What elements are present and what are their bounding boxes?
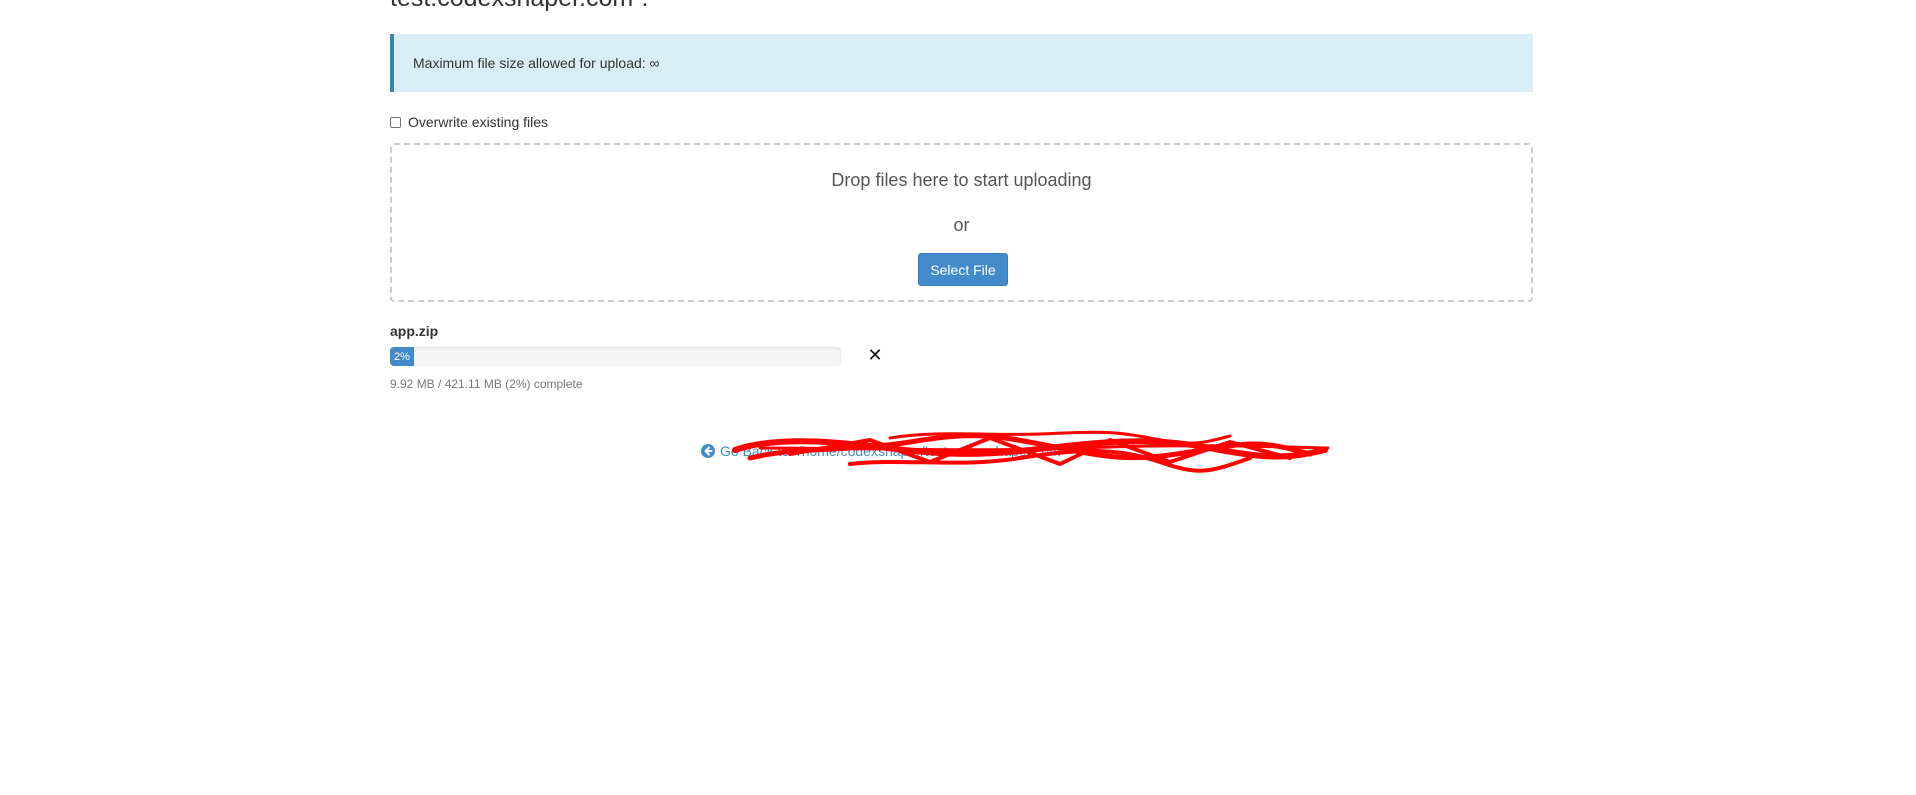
upload-status-text: 9.92 MB / 421.11 MB (2%) complete: [390, 377, 583, 391]
file-dropzone[interactable]: Drop files here to start uploading or Se…: [390, 143, 1533, 302]
overwrite-checkbox[interactable]: [390, 116, 401, 128]
overwrite-label: Overwrite existing files: [408, 114, 549, 130]
max-file-size-alert: Maximum file size allowed for upload: ∞: [390, 34, 1533, 92]
page-heading: test.codexshaper.com”.: [390, 0, 648, 11]
max-file-size-label: Maximum file size allowed for upload:: [413, 55, 646, 71]
upload-progress-bar: 2%: [390, 347, 841, 366]
dropzone-title: Drop files here to start uploading: [831, 170, 1092, 190]
file-upload-page: test.codexshaper.com”. Maximum file size…: [0, 0, 1916, 795]
upload-file-name: app.zip: [390, 323, 439, 339]
upload-progress-fill: 2%: [390, 347, 414, 366]
overwrite-option[interactable]: Overwrite existing files: [390, 114, 548, 130]
arrow-circle-left-icon: [701, 444, 715, 458]
max-file-size-value: ∞: [649, 55, 660, 71]
dropzone-or-text: or: [953, 215, 970, 235]
go-back-link-text: Go Back to “/home/codexshaper/test.codex…: [720, 443, 1066, 459]
close-icon[interactable]: ✕: [864, 344, 886, 366]
select-file-button[interactable]: Select File: [918, 253, 1008, 286]
go-back-link[interactable]: Go Back to “/home/codexshaper/test.codex…: [701, 443, 1066, 459]
